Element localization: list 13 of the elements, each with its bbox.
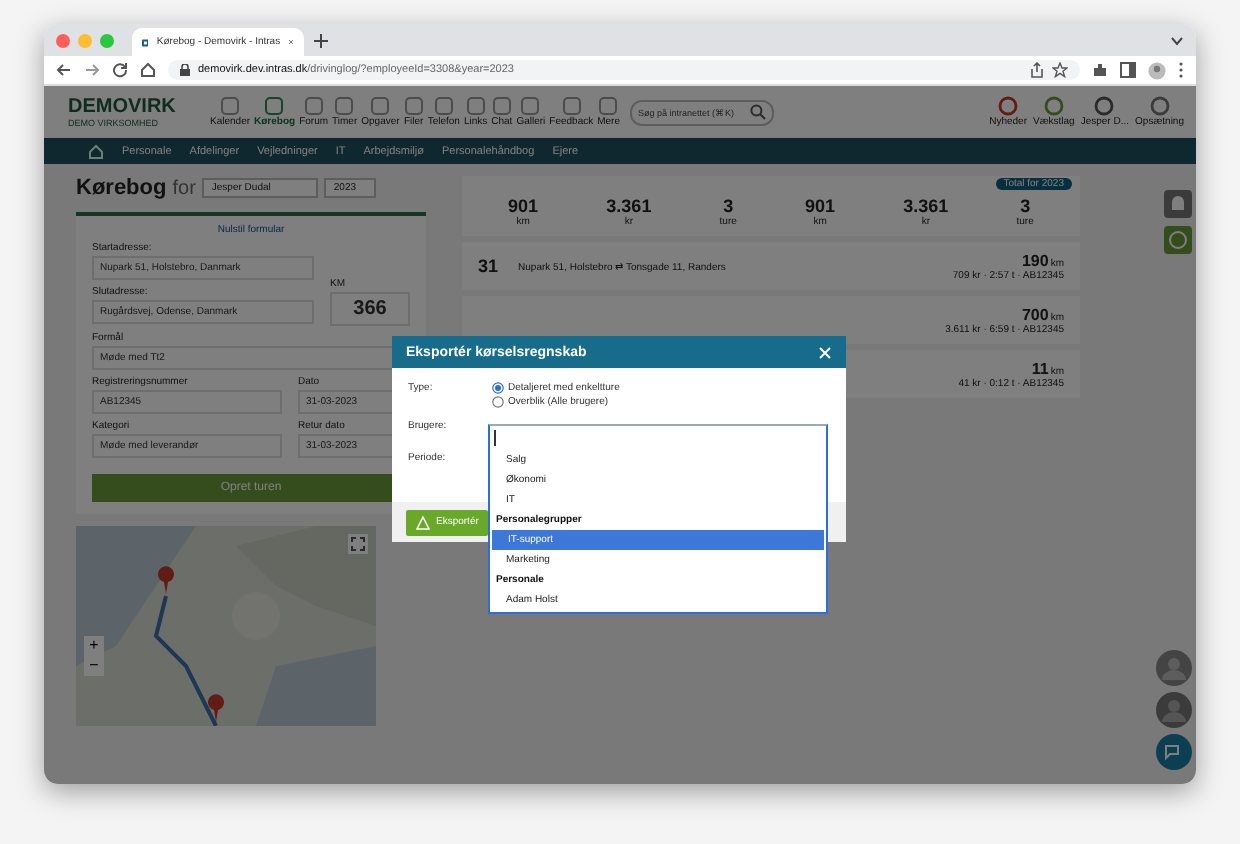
stat-value: 901 [508,196,539,216]
trip-distance: 11 [1031,359,1049,377]
logo-text: DEMOVIRK [68,96,178,118]
trip-distance: 700 [1021,305,1049,323]
stat-value: 3.361 [606,196,652,216]
stat-value: 3 [723,196,734,216]
stat-value: 901 [805,196,836,216]
trip-day: 31 [478,256,499,276]
page-title: Kørebog [76,176,167,200]
trip-distance: 190 [1021,251,1049,269]
stat-value: 3 [1020,196,1031,216]
stat-value: 3.361 [903,196,949,216]
page-title-suffix: for [172,177,196,199]
